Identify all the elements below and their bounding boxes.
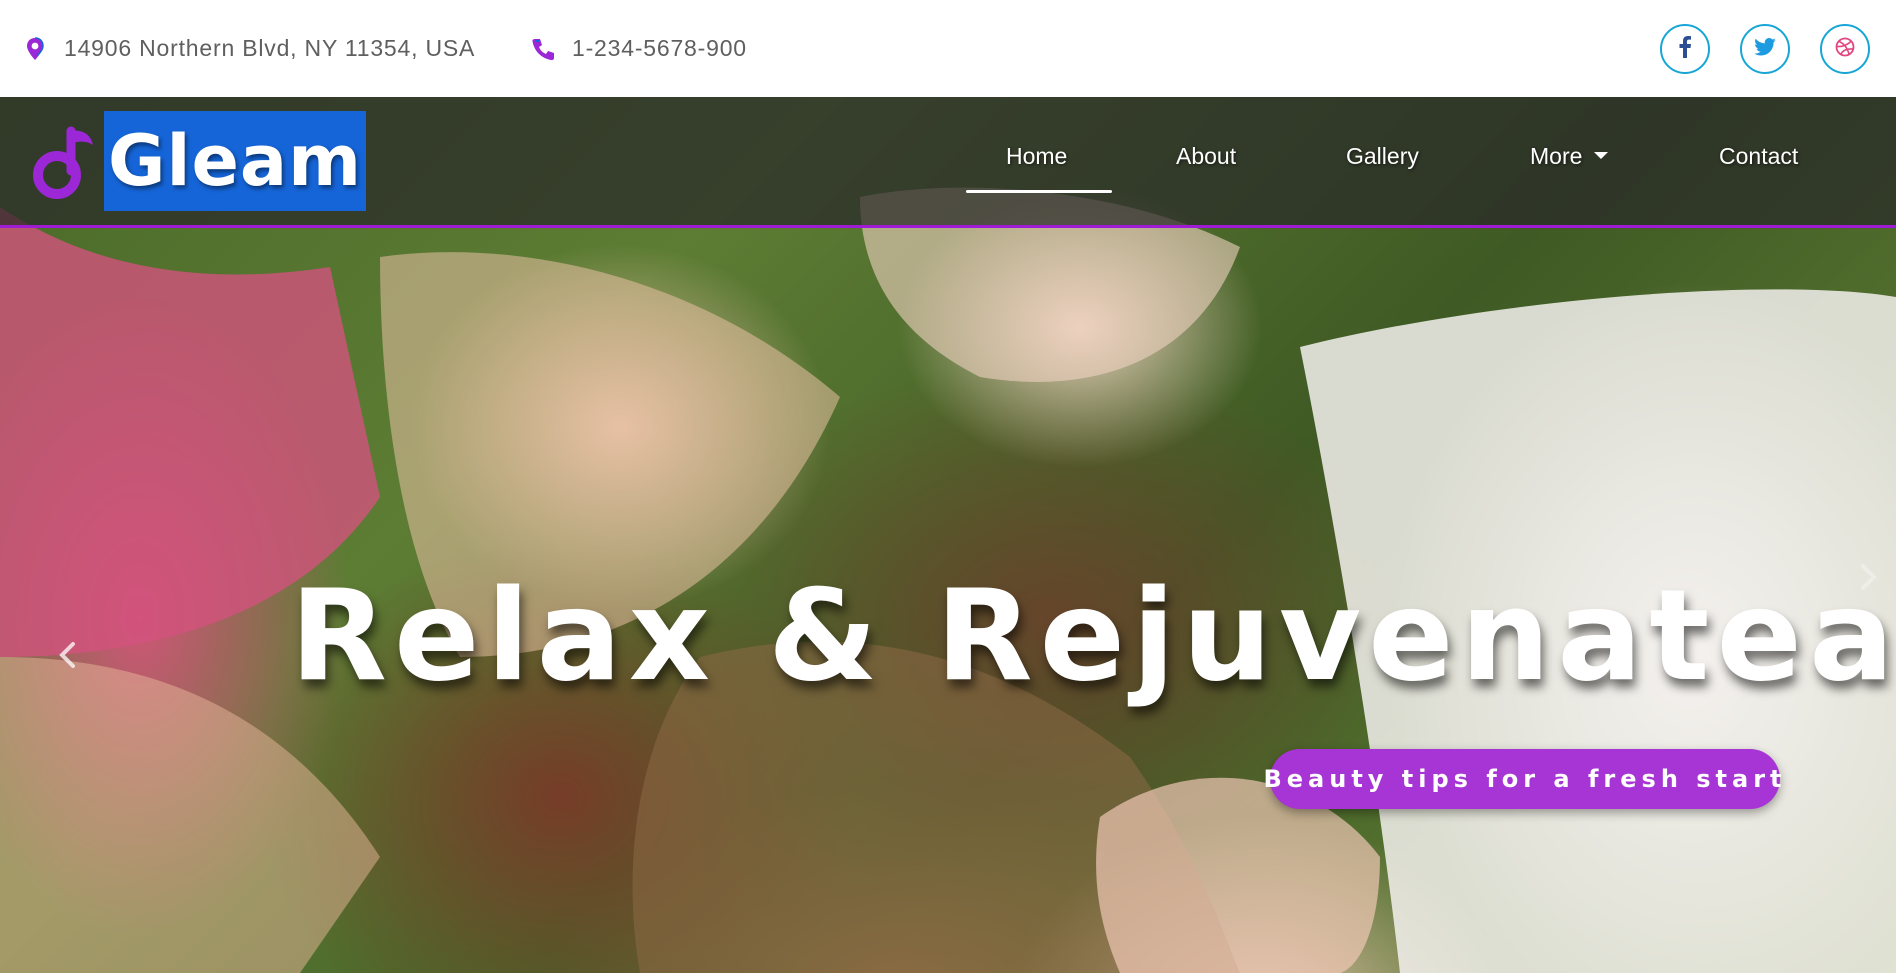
chevron-left-icon — [58, 641, 76, 674]
brand-logo[interactable]: Gleam — [32, 111, 367, 211]
top-info-bar: 14906 Northern Blvd, NY 11354, USA 1-234… — [0, 0, 1896, 97]
twitter-icon — [1754, 37, 1776, 61]
beauty-tips-button[interactable]: Beauty tips for a fresh start — [1263, 749, 1782, 809]
brand-name: Gleam — [104, 111, 367, 211]
dribbble-button[interactable] — [1820, 24, 1870, 74]
dribbble-icon — [1835, 37, 1855, 62]
map-pin-icon — [22, 36, 48, 62]
hero-background-illustration — [0, 187, 1896, 973]
music-note-icon — [32, 116, 96, 206]
carousel-prev-button[interactable] — [52, 637, 82, 677]
active-nav-underline — [966, 190, 1112, 193]
nav-item-home[interactable]: Home — [1006, 143, 1067, 170]
phone-info: 1-234-5678-900 — [530, 0, 747, 97]
phone-icon — [530, 36, 556, 62]
caret-down-icon — [1594, 152, 1609, 160]
facebook-button[interactable] — [1660, 24, 1710, 74]
nav-item-contact[interactable]: Contact — [1719, 143, 1798, 170]
hero-title: Relax & Rejuvenatea — [290, 562, 1896, 709]
phone-text: 1-234-5678-900 — [572, 35, 747, 61]
address-info: 14906 Northern Blvd, NY 11354, USA — [22, 0, 475, 97]
address-text: 14906 Northern Blvd, NY 11354, USA — [64, 35, 476, 61]
nav-item-about[interactable]: About — [1176, 143, 1236, 170]
nav-item-more-label: More — [1530, 143, 1583, 169]
facebook-icon — [1678, 35, 1692, 63]
hero-banner: Relax & Rejuvenatea Beauty tips for a fr… — [0, 97, 1896, 973]
twitter-button[interactable] — [1740, 24, 1790, 74]
main-navbar: Gleam Home About Gallery More Contact — [0, 97, 1896, 228]
carousel-next-button[interactable] — [1854, 559, 1884, 599]
chevron-right-icon — [1860, 563, 1878, 596]
nav-item-more[interactable]: More — [1530, 143, 1609, 170]
nav-item-gallery[interactable]: Gallery — [1346, 143, 1419, 170]
